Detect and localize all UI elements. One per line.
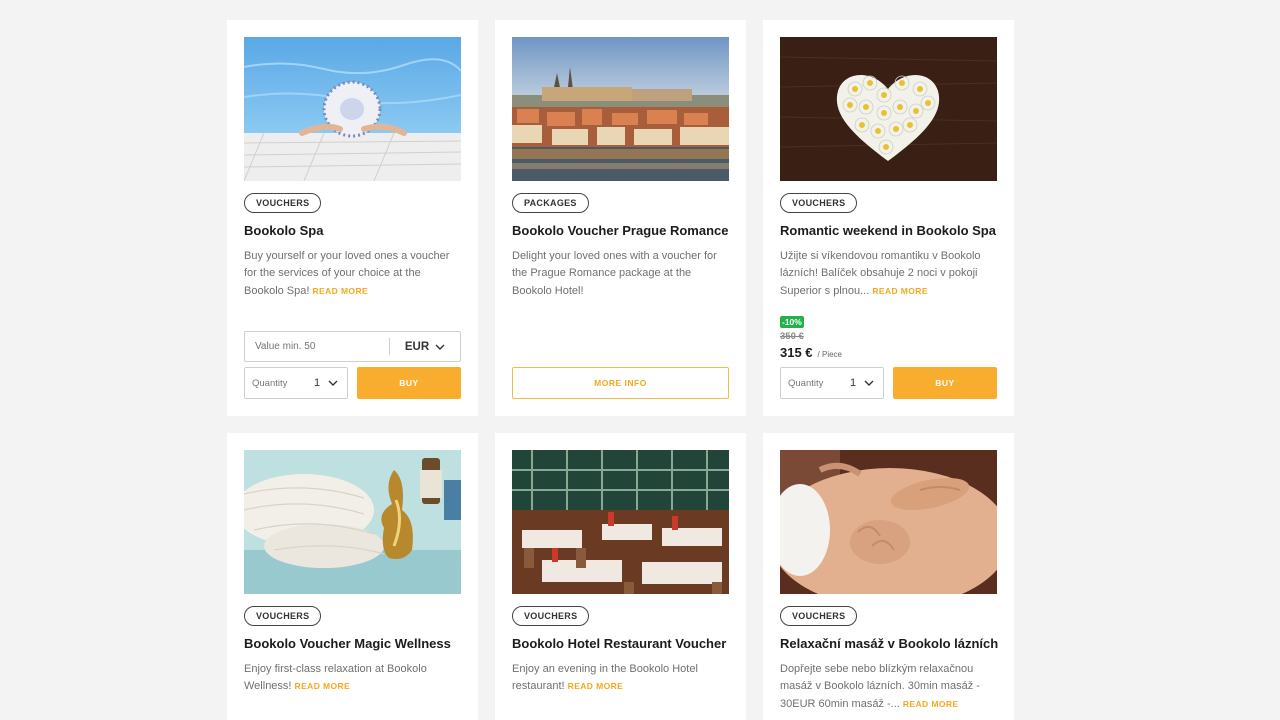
product-title[interactable]: Bookolo Spa <box>244 222 461 240</box>
product-card-restaurant: VOUCHERS Bookolo Hotel Restaurant Vouche… <box>495 433 746 720</box>
chevron-down-icon <box>328 380 338 386</box>
category-tag: VOUCHERS <box>512 606 590 626</box>
quantity-value: 1 <box>314 377 321 389</box>
category-tag: VOUCHERS <box>244 606 322 626</box>
chevron-down-icon <box>864 380 874 386</box>
product-description: Delight your loved ones with a voucher f… <box>512 250 717 297</box>
product-title[interactable]: Bookolo Hotel Restaurant Voucher <box>512 635 729 653</box>
product-title[interactable]: Romantic weekend in Bookolo Spa <box>780 222 997 240</box>
product-image-prague[interactable] <box>512 37 729 181</box>
product-image-restaurant[interactable] <box>512 450 729 594</box>
category-tag: VOUCHERS <box>244 193 322 213</box>
quantity-select[interactable]: Quantity 1 <box>780 367 884 399</box>
voucher-value-input[interactable] <box>245 332 389 361</box>
old-price: 350 € <box>780 331 804 342</box>
read-more-link[interactable]: READ MORE <box>872 286 928 296</box>
product-description: Buy yourself or your loved ones a vouche… <box>244 248 461 300</box>
read-more-link[interactable]: READ MORE <box>313 286 369 296</box>
product-card-prague-romance: PACKAGES Bookolo Voucher Prague Romance … <box>495 20 746 416</box>
read-more-link[interactable]: READ MORE <box>903 699 959 709</box>
category-tag: VOUCHERS <box>780 193 858 213</box>
product-image-massage[interactable] <box>780 450 997 594</box>
product-card-bookolo-spa: VOUCHERS Bookolo Spa Buy yourself or you… <box>227 20 478 416</box>
discount-badge: -10% <box>780 316 804 328</box>
more-info-button[interactable]: MORE INFO <box>512 367 729 399</box>
product-title[interactable]: Bookolo Voucher Magic Wellness <box>244 635 461 653</box>
product-image-pool[interactable] <box>244 37 461 181</box>
product-image-towels[interactable] <box>244 450 461 594</box>
product-description: Enjoy first-class relaxation at Bookolo … <box>244 661 461 696</box>
read-more-link[interactable]: READ MORE <box>295 681 351 691</box>
category-tag: PACKAGES <box>512 193 589 213</box>
quantity-value: 1 <box>850 377 857 389</box>
product-description: Užijte si víkendovou romantiku v Bookolo… <box>780 248 997 300</box>
price: 315 € <box>780 345 813 360</box>
product-card-magic-wellness: VOUCHERS Bookolo Voucher Magic Wellness … <box>227 433 478 720</box>
price-unit: / Piece <box>817 350 843 359</box>
product-image-daisy-heart[interactable] <box>780 37 997 181</box>
currency-select[interactable]: EUR <box>390 341 460 353</box>
price-row: 315 € / Piece <box>780 345 842 360</box>
product-description: Enjoy an evening in the Bookolo Hotel re… <box>512 661 729 696</box>
chevron-down-icon <box>435 344 445 350</box>
currency-value: EUR <box>404 340 430 353</box>
category-tag: VOUCHERS <box>780 606 858 626</box>
product-title[interactable]: Relaxační masáž v Bookolo lázních <box>780 635 998 653</box>
buy-button[interactable]: BUY <box>893 367 997 399</box>
quantity-label: Quantity <box>252 377 288 389</box>
product-card-massage: VOUCHERS Relaxační masáž v Bookolo lázní… <box>763 433 1014 720</box>
product-description: Dopřejte sebe nebo blízkým relaxačnou ma… <box>780 661 997 713</box>
quantity-label: Quantity <box>788 377 824 389</box>
quantity-select[interactable]: Quantity 1 <box>244 367 348 399</box>
product-card-romantic-weekend: VOUCHERS Romantic weekend in Bookolo Spa… <box>763 20 1014 416</box>
read-more-link[interactable]: READ MORE <box>568 681 624 691</box>
product-title[interactable]: Bookolo Voucher Prague Romance <box>512 222 729 240</box>
voucher-value-group: EUR <box>244 331 461 362</box>
buy-button[interactable]: BUY <box>357 367 461 399</box>
